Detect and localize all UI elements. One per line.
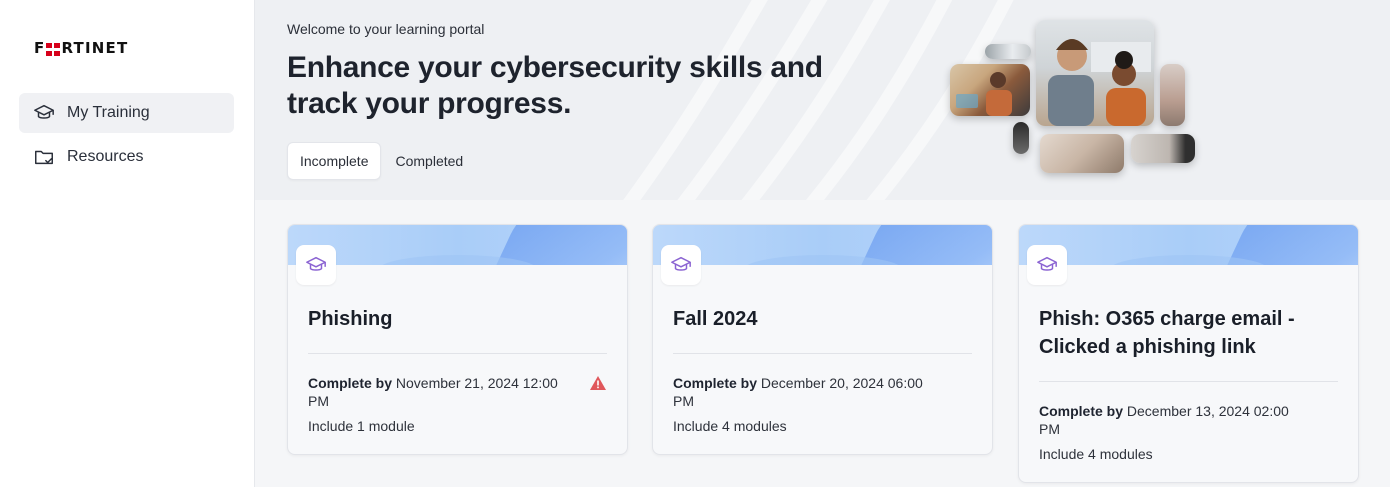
page-headline: Enhance your cybersecurity skills and tr… bbox=[287, 51, 823, 120]
card-banner bbox=[653, 225, 992, 265]
card-title: Phishing bbox=[308, 308, 393, 330]
due-label: Complete by bbox=[308, 375, 393, 391]
card-modules-count: Include 1 module bbox=[308, 418, 415, 434]
sidebar-item-my-training[interactable]: My Training bbox=[19, 93, 234, 133]
logo-text-start: F bbox=[34, 39, 46, 57]
collage-photo-right-tall bbox=[1160, 64, 1185, 126]
card-modules-count: Include 4 modules bbox=[673, 418, 787, 434]
warning-icon bbox=[589, 375, 607, 395]
collage-photo-bottom-center bbox=[1040, 134, 1124, 173]
tab-completed[interactable]: Completed bbox=[383, 142, 475, 180]
sidebar: F RTINET My Training Resources bbox=[0, 0, 255, 487]
card-banner bbox=[1019, 225, 1358, 265]
collage-photo-bottom-right bbox=[1131, 134, 1195, 163]
sidebar-item-label: My Training bbox=[67, 104, 150, 121]
graduation-cap-icon bbox=[33, 102, 55, 124]
graduation-cap-icon bbox=[661, 245, 701, 285]
graduation-cap-icon bbox=[1027, 245, 1067, 285]
divider bbox=[673, 353, 972, 354]
sidebar-item-label: Resources bbox=[67, 148, 144, 165]
folder-icon bbox=[33, 146, 55, 168]
status-tabs: Incomplete Completed bbox=[287, 142, 475, 180]
training-card[interactable]: Phish: O365 charge email - Clicked a phi… bbox=[1018, 224, 1359, 483]
due-label: Complete by bbox=[673, 375, 758, 391]
tab-incomplete[interactable]: Incomplete bbox=[287, 142, 382, 180]
card-due-date: Complete by December 13, 2024 02:00 PM bbox=[1039, 402, 1338, 438]
collage-photo-headset-woman bbox=[950, 64, 1030, 116]
card-due-date: Complete by December 20, 2024 06:00 PM bbox=[673, 374, 972, 410]
card-due-date: Complete by November 21, 2024 12:00 PM bbox=[308, 374, 607, 410]
logo-grid-icon bbox=[46, 42, 61, 56]
card-title: Fall 2024 bbox=[673, 308, 758, 330]
training-card[interactable]: Fall 2024 Complete by December 20, 2024 … bbox=[652, 224, 993, 455]
divider bbox=[1039, 381, 1338, 382]
card-banner bbox=[288, 225, 627, 265]
sidebar-item-resources[interactable]: Resources bbox=[19, 137, 234, 177]
welcome-text: Welcome to your learning portal bbox=[287, 21, 485, 37]
logo-text-end: RTINET bbox=[61, 39, 129, 57]
due-label: Complete by bbox=[1039, 403, 1124, 419]
collage-photo-left-thin bbox=[1013, 122, 1029, 154]
divider bbox=[308, 353, 607, 354]
graduation-cap-icon bbox=[296, 245, 336, 285]
collage-photo-small-top bbox=[985, 44, 1031, 59]
hero-banner: Welcome to your learning portal Enhance … bbox=[255, 0, 1390, 200]
collage-photo-main-people bbox=[1036, 20, 1154, 126]
training-card[interactable]: Phishing Complete by November 21, 2024 1… bbox=[287, 224, 628, 455]
card-title: Phish: O365 charge email - Clicked a phi… bbox=[1039, 308, 1295, 358]
card-modules-count: Include 4 modules bbox=[1039, 446, 1153, 462]
fortinet-logo[interactable]: F RTINET bbox=[34, 39, 129, 57]
